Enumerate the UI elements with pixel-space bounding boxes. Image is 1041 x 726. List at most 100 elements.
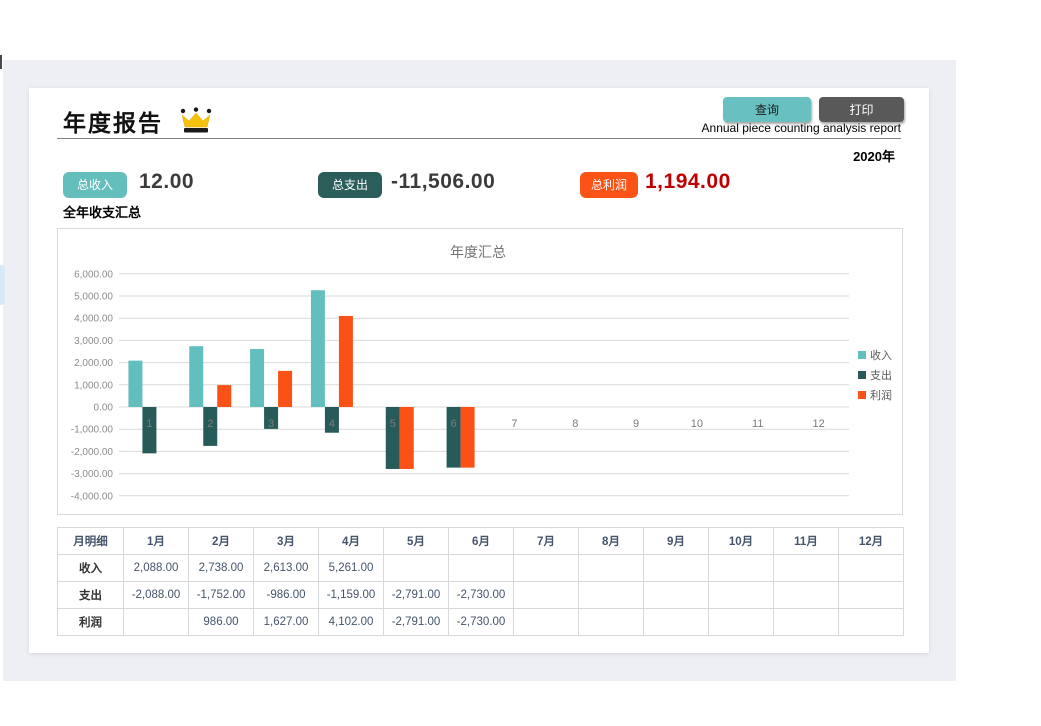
table-cell: -2,730.00 bbox=[449, 609, 514, 636]
y-axis-tick: 5,000.00 bbox=[74, 292, 113, 303]
table-row: 利润986.001,627.004,102.00-2,791.00-2,730.… bbox=[58, 609, 904, 636]
bar-支出-m5 bbox=[386, 407, 400, 469]
table-cell bbox=[709, 609, 774, 636]
table-cell bbox=[579, 555, 644, 582]
table-cell bbox=[774, 582, 839, 609]
table-cell: 2,088.00 bbox=[124, 555, 189, 582]
bar-收入-m4 bbox=[311, 290, 325, 407]
y-axis-tick: -3,000.00 bbox=[71, 469, 114, 480]
table-corner-header: 月明细 bbox=[58, 528, 124, 555]
window-edge bbox=[0, 55, 2, 69]
bar-利润-m4 bbox=[339, 316, 353, 407]
bar-chart-canvas: 年度汇总 6,000.00 5,000.00 4,000.00 3,000.00 2,00… bbox=[58, 229, 902, 514]
bar-利润-m5 bbox=[400, 407, 414, 469]
x-axis-tick: 6 bbox=[451, 418, 457, 430]
row-label: 利润 bbox=[58, 609, 124, 636]
table-cell bbox=[644, 555, 709, 582]
monthly-detail-table: 月明细1月2月3月4月5月6月7月8月9月10月11月12月收入2,088.00… bbox=[57, 527, 904, 636]
table-cell: -1,159.00 bbox=[319, 582, 384, 609]
total-income-badge: 总收入 bbox=[63, 172, 127, 198]
table-cell bbox=[514, 609, 579, 636]
y-axis-tick: 2,000.00 bbox=[74, 358, 113, 369]
bar-利润-m3 bbox=[278, 371, 292, 407]
y-axis-tick: -1,000.00 bbox=[71, 425, 114, 436]
annual-summary-chart: 年度汇总 6,000.00 5,000.00 4,000.00 3,000.00 2,00… bbox=[57, 228, 903, 515]
table-cell: 2,738.00 bbox=[189, 555, 254, 582]
x-axis-tick: 4 bbox=[329, 418, 335, 430]
y-axis-tick: -2,000.00 bbox=[71, 447, 114, 458]
chart-title: 年度汇总 bbox=[450, 244, 506, 260]
table-row: 支出-2,088.00-1,752.00-986.00-1,159.00-2,7… bbox=[58, 582, 904, 609]
query-button[interactable]: 查询 bbox=[723, 97, 811, 122]
y-axis-tick: 4,000.00 bbox=[74, 314, 113, 325]
table-cell bbox=[839, 555, 904, 582]
table-month-header: 12月 bbox=[839, 528, 904, 555]
x-axis-tick: 3 bbox=[268, 418, 274, 430]
table-cell bbox=[579, 609, 644, 636]
total-profit-value: 1,194.00 bbox=[645, 170, 731, 194]
table-cell bbox=[709, 582, 774, 609]
table-month-header: 10月 bbox=[709, 528, 774, 555]
table-month-header: 2月 bbox=[189, 528, 254, 555]
crown-icon bbox=[177, 107, 215, 135]
y-axis-tick: -4,000.00 bbox=[71, 491, 114, 502]
table-cell: 5,261.00 bbox=[319, 555, 384, 582]
table-month-header: 4月 bbox=[319, 528, 384, 555]
table-month-header: 9月 bbox=[644, 528, 709, 555]
bar-利润-m6 bbox=[461, 407, 475, 468]
table-cell: 4,102.00 bbox=[319, 609, 384, 636]
row-label: 支出 bbox=[58, 582, 124, 609]
table-cell bbox=[774, 555, 839, 582]
print-button[interactable]: 打印 bbox=[819, 97, 904, 122]
table-cell bbox=[514, 555, 579, 582]
table-month-header: 11月 bbox=[774, 528, 839, 555]
table-cell: 2,613.00 bbox=[254, 555, 319, 582]
table-month-header: 6月 bbox=[449, 528, 514, 555]
page-title: 年度报告 bbox=[63, 104, 163, 138]
x-axis-tick: 5 bbox=[390, 418, 396, 430]
table-cell: -2,791.00 bbox=[384, 609, 449, 636]
bar-收入-m3 bbox=[250, 349, 264, 407]
table-month-header: 3月 bbox=[254, 528, 319, 555]
legend-label: 支出 bbox=[870, 368, 892, 382]
table-cell: -2,088.00 bbox=[124, 582, 189, 609]
table-month-header: 7月 bbox=[514, 528, 579, 555]
table-cell bbox=[774, 609, 839, 636]
y-axis-tick: 1,000.00 bbox=[74, 380, 113, 391]
side-drawer-handle[interactable] bbox=[0, 265, 5, 305]
bar-收入-m2 bbox=[189, 346, 203, 407]
bar-收入-m1 bbox=[128, 361, 142, 407]
total-profit-badge: 总利润 bbox=[580, 172, 638, 198]
bar-利润-m2 bbox=[217, 385, 231, 407]
y-axis-tick: 0.00 bbox=[94, 403, 114, 414]
report-subtitle: Annual piece counting analysis report bbox=[702, 121, 901, 135]
screen: 年度报告 查询 打印 Annual piece counting analysi… bbox=[0, 0, 1041, 726]
x-axis-tick: 1 bbox=[146, 418, 152, 430]
table-cell: 1,627.00 bbox=[254, 609, 319, 636]
table-cell: -2,730.00 bbox=[449, 582, 514, 609]
row-label: 收入 bbox=[58, 555, 124, 582]
x-axis-tick: 2 bbox=[207, 418, 213, 430]
table-cell bbox=[839, 582, 904, 609]
table-month-header: 8月 bbox=[579, 528, 644, 555]
table-cell: -1,752.00 bbox=[189, 582, 254, 609]
x-axis-tick: 10 bbox=[691, 418, 703, 430]
x-axis-tick: 9 bbox=[633, 418, 639, 430]
y-axis-tick: 6,000.00 bbox=[74, 269, 113, 280]
title-divider bbox=[57, 138, 901, 139]
legend-label: 收入 bbox=[870, 348, 892, 362]
y-axis-tick: 3,000.00 bbox=[74, 336, 113, 347]
table-month-header: 1月 bbox=[124, 528, 189, 555]
x-axis-tick: 7 bbox=[511, 418, 517, 430]
total-expense-badge: 总支出 bbox=[318, 172, 382, 198]
table-cell bbox=[449, 555, 514, 582]
table-cell bbox=[124, 609, 189, 636]
total-expense-value: -11,506.00 bbox=[391, 170, 495, 194]
table-cell bbox=[514, 582, 579, 609]
table-month-header: 5月 bbox=[384, 528, 449, 555]
x-axis-tick: 11 bbox=[752, 418, 763, 430]
table-cell bbox=[384, 555, 449, 582]
table-cell bbox=[644, 582, 709, 609]
bar-支出-m1 bbox=[142, 407, 156, 453]
table-cell bbox=[709, 555, 774, 582]
